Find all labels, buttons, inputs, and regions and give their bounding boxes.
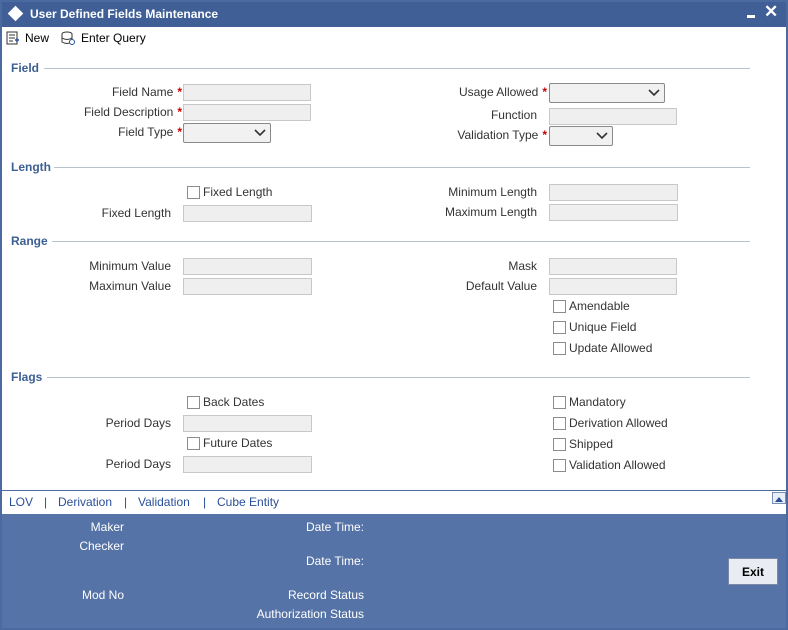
validation-allowed-checkbox[interactable]: Validation Allowed — [553, 458, 666, 472]
section-range-label: Range — [11, 234, 48, 248]
section-divider — [47, 377, 750, 378]
checkbox-box[interactable] — [553, 416, 566, 430]
field-name-label: Field Name * — [111, 85, 182, 99]
minimize-icon[interactable] — [744, 5, 758, 21]
fixed-length-input[interactable] — [183, 205, 312, 222]
enter-query-icon — [61, 31, 75, 45]
subsystem-link-bar: LOV | Derivation | Validation | Cube Ent… — [2, 490, 786, 512]
validation-type-select[interactable] — [549, 126, 613, 146]
window-title: User Defined Fields Maintenance — [30, 7, 219, 21]
triangle-up-icon — [775, 497, 783, 502]
usage-allowed-label: Usage Allowed * — [458, 85, 547, 99]
checker-label: Checker — [79, 539, 124, 553]
maximum-value-label: Maximun Value — [89, 279, 171, 293]
record-status-label: Record Status — [287, 588, 364, 602]
maximum-value-input[interactable] — [183, 278, 312, 295]
section-field-label: Field — [11, 61, 40, 75]
maker-date-time-label: Date Time: — [305, 520, 364, 534]
title-bar: User Defined Fields Maintenance ✕ — [2, 2, 786, 27]
minimum-length-label: Minimum Length — [448, 185, 537, 199]
mandatory-checkbox[interactable]: Mandatory — [553, 395, 626, 409]
future-dates-checkbox[interactable]: Future Dates — [187, 436, 272, 450]
field-description-input[interactable] — [183, 104, 311, 121]
future-period-days-input[interactable] — [183, 456, 312, 473]
checkbox-box[interactable] — [553, 437, 566, 451]
validation-type-label: Validation Type * — [457, 128, 547, 142]
checkbox-box[interactable] — [187, 185, 200, 199]
exit-button[interactable]: Exit — [728, 558, 778, 585]
derivation-link[interactable]: Derivation — [58, 495, 112, 509]
enter-query-button[interactable]: Enter Query — [60, 29, 146, 47]
authorization-status-label: Authorization Status — [256, 607, 364, 621]
chevron-down-icon — [648, 89, 660, 97]
window-diamond-icon — [7, 5, 24, 22]
checkbox-box[interactable] — [553, 458, 566, 472]
checkbox-box[interactable] — [187, 436, 200, 450]
derivation-allowed-checkbox[interactable]: Derivation Allowed — [553, 416, 668, 430]
mask-input[interactable] — [549, 258, 677, 275]
section-divider — [44, 68, 750, 69]
new-document-icon — [6, 31, 19, 45]
minimum-value-input[interactable] — [183, 258, 312, 275]
validation-link[interactable]: Validation — [138, 495, 190, 509]
maximum-length-label: Maximum Length — [444, 205, 537, 219]
function-input[interactable] — [549, 108, 677, 125]
checkbox-box[interactable] — [553, 341, 566, 355]
checkbox-box[interactable] — [553, 395, 566, 409]
default-value-label: Default Value — [465, 279, 537, 293]
chevron-down-icon — [254, 129, 266, 137]
section-flags-label: Flags — [11, 370, 43, 384]
maximum-length-input[interactable] — [549, 204, 678, 221]
field-name-input[interactable] — [183, 84, 311, 101]
field-type-select[interactable] — [183, 123, 271, 143]
fixed-length-checkbox[interactable]: Fixed Length — [187, 185, 272, 199]
minimum-value-label: Minimum Value — [89, 259, 171, 273]
link-separator: | — [203, 495, 207, 509]
section-divider — [54, 167, 750, 168]
shipped-checkbox[interactable]: Shipped — [553, 437, 613, 451]
audit-footer: Maker Checker Mod No Date Time: Date Tim… — [2, 514, 786, 628]
checkbox-box[interactable] — [553, 299, 566, 313]
maker-label: Maker — [90, 520, 124, 534]
mask-label: Mask — [508, 259, 537, 273]
link-separator: | — [44, 495, 48, 509]
toolbar: New Enter Query — [2, 27, 786, 49]
period-days-label: Period Days — [105, 457, 171, 471]
function-label: Function — [490, 108, 537, 122]
mod-no-label: Mod No — [81, 588, 124, 602]
usage-allowed-select[interactable] — [549, 83, 665, 103]
fixed-length-label: Fixed Length — [101, 206, 171, 220]
lov-link[interactable]: LOV — [9, 495, 33, 509]
amendable-checkbox[interactable]: Amendable — [553, 299, 630, 313]
unique-field-checkbox[interactable]: Unique Field — [553, 320, 636, 334]
close-icon[interactable]: ✕ — [764, 3, 778, 21]
period-days-label: Period Days — [105, 416, 171, 430]
minimum-length-input[interactable] — [549, 184, 678, 201]
checker-date-time-label: Date Time: — [305, 554, 364, 568]
link-separator: | — [124, 495, 128, 509]
back-dates-checkbox[interactable]: Back Dates — [187, 395, 264, 409]
section-divider — [52, 241, 750, 242]
back-period-days-input[interactable] — [183, 415, 312, 432]
maintenance-window: User Defined Fields Maintenance ✕ New En… — [0, 0, 788, 630]
scroll-up-icon[interactable] — [772, 492, 786, 504]
default-value-input[interactable] — [549, 278, 677, 295]
chevron-down-icon — [596, 132, 608, 140]
checkbox-box[interactable] — [553, 320, 566, 334]
new-label: New — [25, 31, 50, 45]
enter-query-label: Enter Query — [81, 31, 146, 45]
field-description-label: Field Description * — [83, 105, 182, 119]
new-button[interactable]: New — [6, 29, 49, 47]
section-length-label: Length — [11, 160, 51, 174]
cube-entity-link[interactable]: Cube Entity — [217, 495, 279, 509]
field-type-label: Field Type * — [118, 125, 182, 139]
update-allowed-checkbox[interactable]: Update Allowed — [553, 341, 652, 355]
checkbox-box[interactable] — [187, 395, 200, 409]
